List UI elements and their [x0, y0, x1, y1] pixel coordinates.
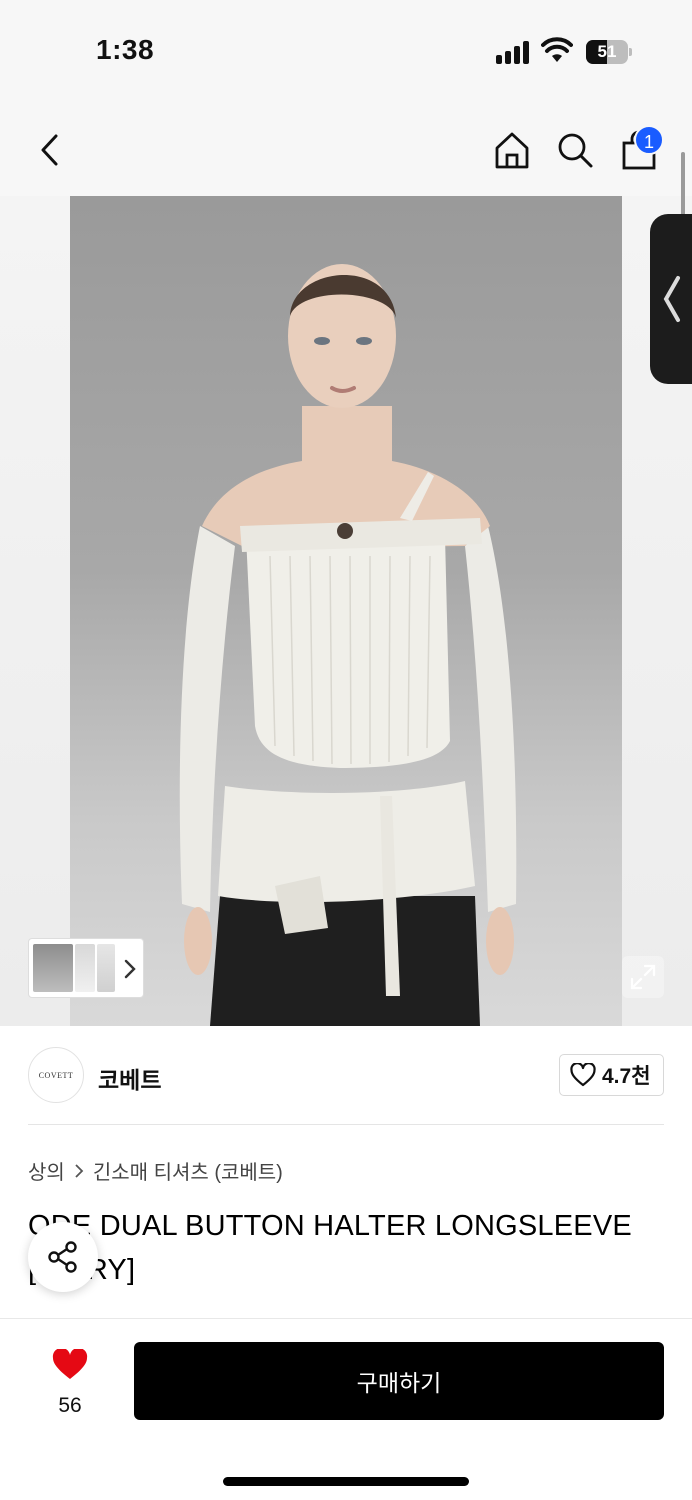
cellular-signal-icon: [496, 40, 532, 64]
thumbnail-3[interactable]: [97, 944, 115, 992]
wifi-icon: [541, 37, 573, 62]
wishlist-button[interactable]: 56: [40, 1347, 100, 1418]
search-button[interactable]: [551, 126, 599, 174]
expand-icon: [630, 964, 656, 990]
thumbnail-1[interactable]: [33, 944, 73, 992]
breadcrumb: 상의 긴소매 티셔츠 (코베트): [28, 1156, 283, 1185]
bottom-action-bar: 56 구매하기: [0, 1318, 692, 1500]
breadcrumb-subcategory[interactable]: 긴소매 티셔츠 (코베트): [93, 1156, 283, 1185]
brand-row: COVETT 코베트 4.7천: [0, 1026, 692, 1126]
home-indicator[interactable]: [223, 1477, 469, 1486]
divider: [28, 1124, 664, 1125]
brand-like-count: 4.7천: [602, 1065, 651, 1088]
share-button[interactable]: [28, 1222, 98, 1292]
brand-logo[interactable]: COVETT: [28, 1047, 84, 1103]
product-main-image[interactable]: [70, 196, 622, 1026]
brand-like-button[interactable]: 4.7천: [559, 1054, 664, 1096]
top-nav-bar: [0, 100, 692, 196]
buy-button[interactable]: 구매하기: [134, 1342, 664, 1420]
cart-count-badge: 1: [634, 125, 664, 155]
home-button[interactable]: [488, 126, 536, 174]
battery-icon: 51: [586, 40, 632, 64]
status-bar: 1:38 51: [0, 0, 692, 100]
share-icon: [48, 1241, 77, 1273]
side-drawer-tab[interactable]: [650, 214, 692, 384]
status-time: 1:38: [96, 34, 155, 65]
expand-image-button[interactable]: [622, 956, 664, 998]
search-icon: [558, 133, 593, 168]
home-icon: [495, 132, 529, 169]
thumbnail-2[interactable]: [75, 944, 95, 992]
chevron-left-icon: [663, 276, 680, 322]
chevron-right-icon[interactable]: [123, 959, 137, 979]
heart-filled-icon: [52, 1347, 88, 1379]
chevron-left-icon: [41, 134, 58, 166]
model-illustration: [179, 264, 517, 1026]
chevron-right-icon: [75, 1163, 84, 1178]
product-title: ODE DUAL BUTTON HALTER LONGSLEEVE [IVORY…: [28, 1210, 632, 1286]
back-button[interactable]: [26, 126, 74, 174]
brand-name[interactable]: 코베트: [98, 1061, 161, 1095]
breadcrumb-category[interactable]: 상의: [28, 1156, 65, 1185]
heart-outline-icon: [570, 1063, 596, 1087]
thumbnail-strip[interactable]: [28, 938, 144, 998]
battery-percent: 51: [597, 42, 617, 61]
wishlist-count: 56: [58, 1394, 82, 1417]
